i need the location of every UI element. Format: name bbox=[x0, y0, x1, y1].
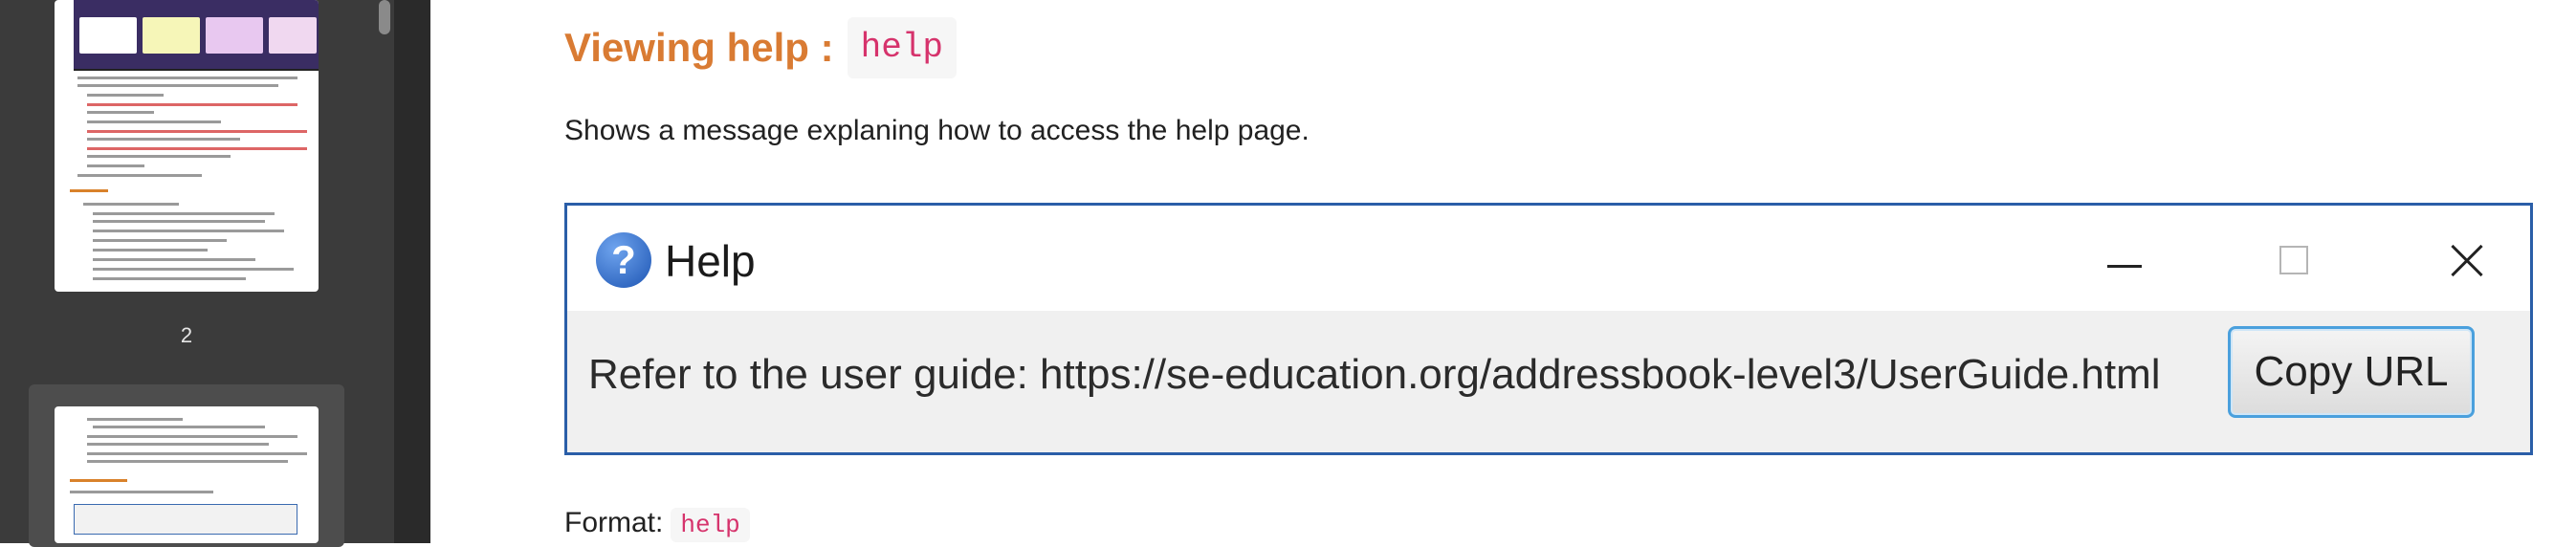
help-window-screenshot: ? Help Refer to the user guide: https://… bbox=[564, 203, 2533, 455]
close-icon[interactable] bbox=[2438, 234, 2496, 288]
format-code: help bbox=[671, 508, 750, 542]
format-line: Format: help bbox=[564, 507, 750, 542]
thumbnail-help-window bbox=[74, 504, 297, 535]
sidebar-scrollbar-thumb[interactable] bbox=[379, 0, 390, 34]
question-mark-icon: ? bbox=[596, 232, 651, 288]
window-title-bar: ? Help bbox=[567, 206, 2530, 311]
heading-text: Viewing help : bbox=[564, 25, 834, 70]
page-thumbnail-sidebar: 2 bbox=[0, 0, 430, 547]
minimize-icon[interactable] bbox=[2096, 234, 2153, 288]
window-title: Help bbox=[665, 236, 756, 286]
maximize-icon[interactable] bbox=[2268, 234, 2325, 288]
heading-code: help bbox=[847, 17, 958, 78]
section-heading: Viewing help : help bbox=[564, 17, 958, 78]
format-label: Format: bbox=[564, 507, 664, 538]
sidebar-scrollbar[interactable] bbox=[373, 0, 394, 543]
document-content: Viewing help : help Shows a message expla… bbox=[564, 0, 2576, 543]
copy-url-button[interactable]: Copy URL bbox=[2228, 326, 2475, 418]
window-body: Refer to the user guide: https://se-educ… bbox=[567, 311, 2530, 452]
page-thumbnail-3[interactable] bbox=[55, 406, 319, 543]
thumbnail-screenshot bbox=[74, 0, 319, 71]
sidebar-divider bbox=[394, 0, 430, 543]
help-message: Refer to the user guide: https://se-educ… bbox=[588, 351, 2161, 398]
section-description: Shows a message explaning how to access … bbox=[564, 115, 1310, 146]
page-number-label: 2 bbox=[180, 323, 193, 347]
page-thumbnail-2[interactable] bbox=[55, 0, 319, 292]
